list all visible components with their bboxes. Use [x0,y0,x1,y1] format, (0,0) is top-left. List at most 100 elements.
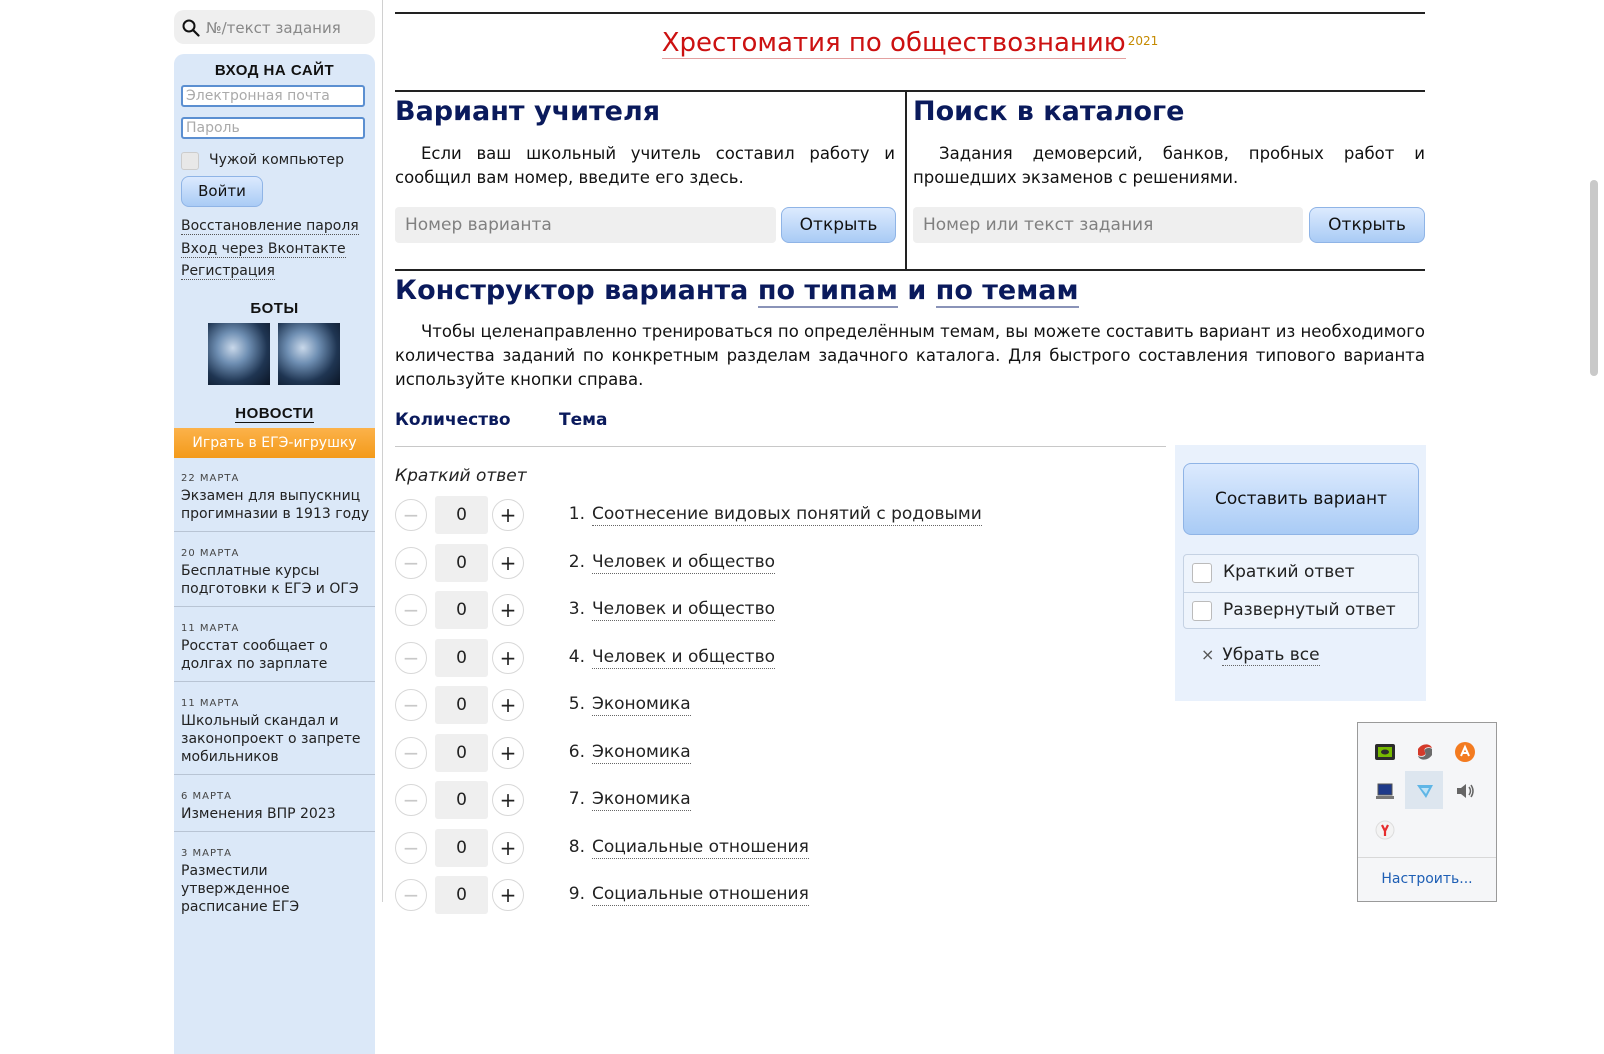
increment-button[interactable]: + [492,689,524,721]
swirl-app-icon[interactable] [1414,741,1436,763]
speaker-icon[interactable] [1454,780,1476,802]
task-count[interactable]: 0 [435,781,488,819]
make-variant-button[interactable]: Составить вариант [1183,463,1419,535]
remember-checkbox[interactable] [181,152,199,170]
page-title-link[interactable]: Хрестоматия по обществознанию [661,28,1126,59]
search-box[interactable] [174,10,375,44]
email-field[interactable] [181,85,365,107]
decrement-button[interactable]: − [395,642,427,674]
password-field[interactable] [181,117,365,139]
decrement-button[interactable]: − [395,784,427,816]
task-topic-link[interactable]: Соотнесение видовых понятий с родовыми [592,504,982,526]
register-link[interactable]: Регистрация [181,263,275,280]
news-item[interactable]: 6 МАРТА Изменения ВПР 2023 [181,791,371,823]
task-count[interactable]: 0 [435,496,488,534]
decrement-button[interactable]: − [395,547,427,579]
task-row: − 0 + 4. Человек и общество [395,639,1175,679]
news-item[interactable]: 11 МАРТА Росстат сообщает о долгах по за… [181,623,371,673]
task-count[interactable]: 0 [435,876,488,914]
news-title[interactable]: Экзамен для выпускниц прогимназии в 1913… [181,487,371,523]
decrement-button[interactable]: − [395,737,427,769]
laptop-icon[interactable] [1374,780,1396,802]
news-title[interactable]: Изменения ВПР 2023 [181,805,371,823]
decrement-button[interactable]: − [395,594,427,626]
filter-label: Развернутый ответ [1223,600,1396,620]
bot-image[interactable] [208,323,270,385]
task-topic-link[interactable]: Экономика [592,789,691,811]
clear-all-link[interactable]: × Убрать все [1201,645,1320,666]
decrement-button[interactable]: − [395,832,427,864]
news-link[interactable]: НОВОСТИ [174,403,375,423]
news-item[interactable]: 3 МАРТА Разместили утвержденное расписан… [181,848,371,916]
increment-button[interactable]: + [492,594,524,626]
decrement-button[interactable]: − [395,879,427,911]
news-item[interactable]: 11 МАРТА Школьный скандал и законопроект… [181,698,371,766]
yandex-icon[interactable] [1374,819,1396,841]
play-game-button[interactable]: Играть в ЕГЭ-игрушку [174,428,375,458]
filter-short-answer[interactable]: Краткий ответ [1184,555,1418,591]
task-topic-link[interactable]: Экономика [592,742,691,764]
task-count[interactable]: 0 [435,734,488,772]
tray-configure-link[interactable]: Настроить... [1358,871,1496,887]
increment-button[interactable]: + [492,832,524,864]
increment-button[interactable]: + [492,642,524,674]
task-count[interactable]: 0 [435,639,488,677]
teacher-variant-heading: Вариант учителя [395,96,661,127]
task-row: − 0 + 2. Человек и общество [395,544,1175,584]
by-types-link[interactable]: по типам [757,275,898,308]
task-topic-link[interactable]: Социальные отношения [592,884,809,906]
variant-number-input[interactable] [395,207,776,243]
news-title[interactable]: Росстат сообщает о долгах по зарплате [181,637,371,673]
open-variant-button[interactable]: Открыть [781,207,896,243]
divider [174,606,375,607]
open-task-button[interactable]: Открыть [1309,207,1425,243]
increment-button[interactable]: + [492,737,524,769]
task-number: 5. [568,694,585,714]
vk-login-link[interactable]: Вход через Вконтакте [181,241,346,258]
short-answer-checkbox[interactable] [1192,563,1212,583]
task-count[interactable]: 0 [435,829,488,867]
login-heading: ВХОД НА САЙТ [214,62,335,79]
increment-button[interactable]: + [492,499,524,531]
task-topic-link[interactable]: Человек и общество [592,647,776,669]
task-count[interactable]: 0 [435,544,488,582]
restore-password-link[interactable]: Восстановление пароля [181,218,359,235]
news-title[interactable]: Школьный скандал и законопроект о запрет… [181,712,371,766]
clear-all-label[interactable]: Убрать все [1222,645,1320,666]
news-date: 3 МАРТА [181,848,232,859]
task-topic-link[interactable]: Социальные отношения [592,837,809,859]
news-title[interactable]: Бесплатные курсы подготовки к ЕГЭ и ОГЭ [181,562,371,598]
avast-icon[interactable] [1454,741,1476,763]
task-row: − 0 + 1. Соотнесение видовых понятий с р… [395,496,1175,536]
increment-button[interactable]: + [492,879,524,911]
long-answer-checkbox[interactable] [1192,601,1212,621]
title-year: 2021 [1127,33,1159,48]
news-item[interactable]: 22 МАРТА Экзамен для выпускниц прогимназ… [181,473,371,523]
login-button[interactable]: Войти [181,176,263,207]
scrollbar-thumb[interactable] [1590,180,1598,376]
news-title[interactable]: Разместили утвержденное расписание ЕГЭ [181,862,371,916]
task-count[interactable]: 0 [435,591,488,629]
scrollbar[interactable] [1584,0,1604,902]
divider [174,831,375,832]
news-item[interactable]: 20 МАРТА Бесплатные курсы подготовки к Е… [181,548,371,598]
task-count[interactable]: 0 [435,686,488,724]
search-input[interactable] [204,16,368,40]
task-topic-link[interactable]: Человек и общество [592,599,776,621]
task-search-input[interactable] [913,207,1303,243]
page-title: Хрестоматия по обществознанию 2021 [395,28,1425,59]
nvidia-icon[interactable] [1374,741,1396,763]
decrement-button[interactable]: − [395,689,427,721]
news-heading[interactable]: НОВОСТИ [235,405,314,423]
task-topic-link[interactable]: Экономика [592,694,691,716]
divider [1358,857,1496,858]
task-topic-link[interactable]: Человек и общество [592,552,776,574]
decrement-button[interactable]: − [395,499,427,531]
increment-button[interactable]: + [492,547,524,579]
filter-long-answer[interactable]: Развернутый ответ [1184,593,1418,629]
topic-column-header: Тема [559,410,608,430]
bot-image[interactable] [278,323,340,385]
by-topics-link[interactable]: по темам [935,275,1079,308]
increment-button[interactable]: + [492,784,524,816]
network-icon[interactable] [1414,780,1436,802]
